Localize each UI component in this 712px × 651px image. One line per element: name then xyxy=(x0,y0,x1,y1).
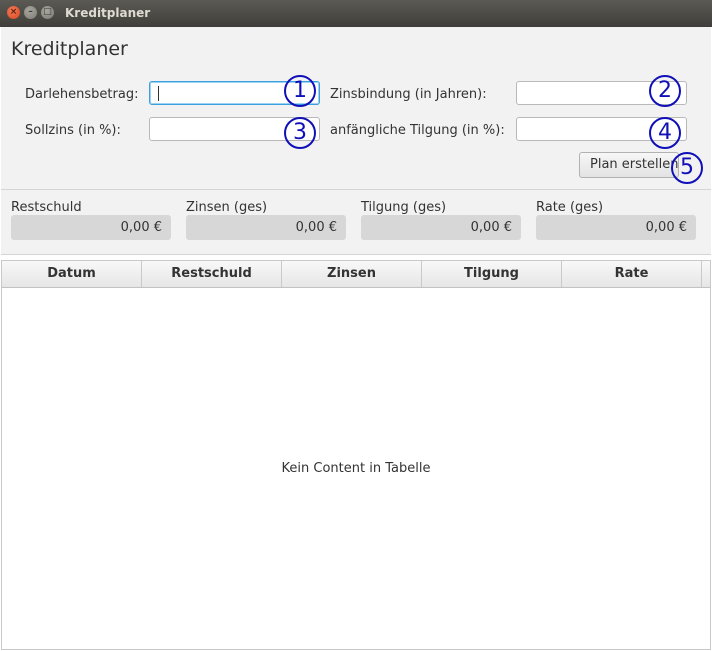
restschuld-summary-label: Restschuld xyxy=(11,200,82,215)
window-close-button[interactable]: × xyxy=(7,6,20,19)
darlehensbetrag-label: Darlehensbetrag: xyxy=(25,87,139,102)
restschuld-summary-value: 0,00 € xyxy=(11,215,171,240)
plan-erstellen-button[interactable]: Plan erstellen xyxy=(579,152,679,178)
summary-panel: Restschuld 0,00 € Zinsen (ges) 0,00 € Ti… xyxy=(1,189,711,255)
table-header: Datum Restschuld Zinsen Tilgung Rate xyxy=(2,261,710,288)
zinsen-summary-label: Zinsen (ges) xyxy=(186,200,268,215)
callout-marker-5: 5 xyxy=(671,152,703,184)
text-caret xyxy=(158,86,159,101)
rate-summary-label: Rate (ges) xyxy=(536,200,604,215)
zinsen-summary-value: 0,00 € xyxy=(186,215,346,240)
sollzins-label: Sollzins (in %): xyxy=(25,123,121,138)
window-maximize-button[interactable]: □ xyxy=(41,6,54,19)
window-title: Kreditplaner xyxy=(65,6,151,20)
callout-marker-4: 4 xyxy=(649,117,681,149)
tilgung-summary-label: Tilgung (ges) xyxy=(361,200,447,215)
callout-marker-2: 2 xyxy=(649,75,681,107)
zinsbindung-label: Zinsbindung (in Jahren): xyxy=(330,87,487,102)
window-minimize-button[interactable]: – xyxy=(24,6,37,19)
page-title: Kreditplaner xyxy=(11,38,128,60)
callout-marker-1: 1 xyxy=(284,75,316,107)
rate-summary-value: 0,00 € xyxy=(536,215,696,240)
loan-input-form: Kreditplaner Darlehensbetrag: 1 Zinsbind… xyxy=(1,27,711,189)
column-header-rate[interactable]: Rate xyxy=(562,261,702,287)
column-header-zinsen[interactable]: Zinsen xyxy=(282,261,422,287)
table-empty-placeholder: Kein Content in Tabelle xyxy=(281,461,431,476)
column-header-tilgung[interactable]: Tilgung xyxy=(422,261,562,287)
tilgung-summary-value: 0,00 € xyxy=(361,215,521,240)
tilgung-label: anfängliche Tilgung (in %): xyxy=(330,123,505,138)
column-header-restschuld[interactable]: Restschuld xyxy=(142,261,282,287)
window-titlebar: × – □ Kreditplaner xyxy=(0,0,712,27)
repayment-table[interactable]: Datum Restschuld Zinsen Tilgung Rate Kei… xyxy=(1,260,711,650)
callout-marker-3: 3 xyxy=(284,117,316,149)
column-header-datum[interactable]: Datum xyxy=(2,261,142,287)
